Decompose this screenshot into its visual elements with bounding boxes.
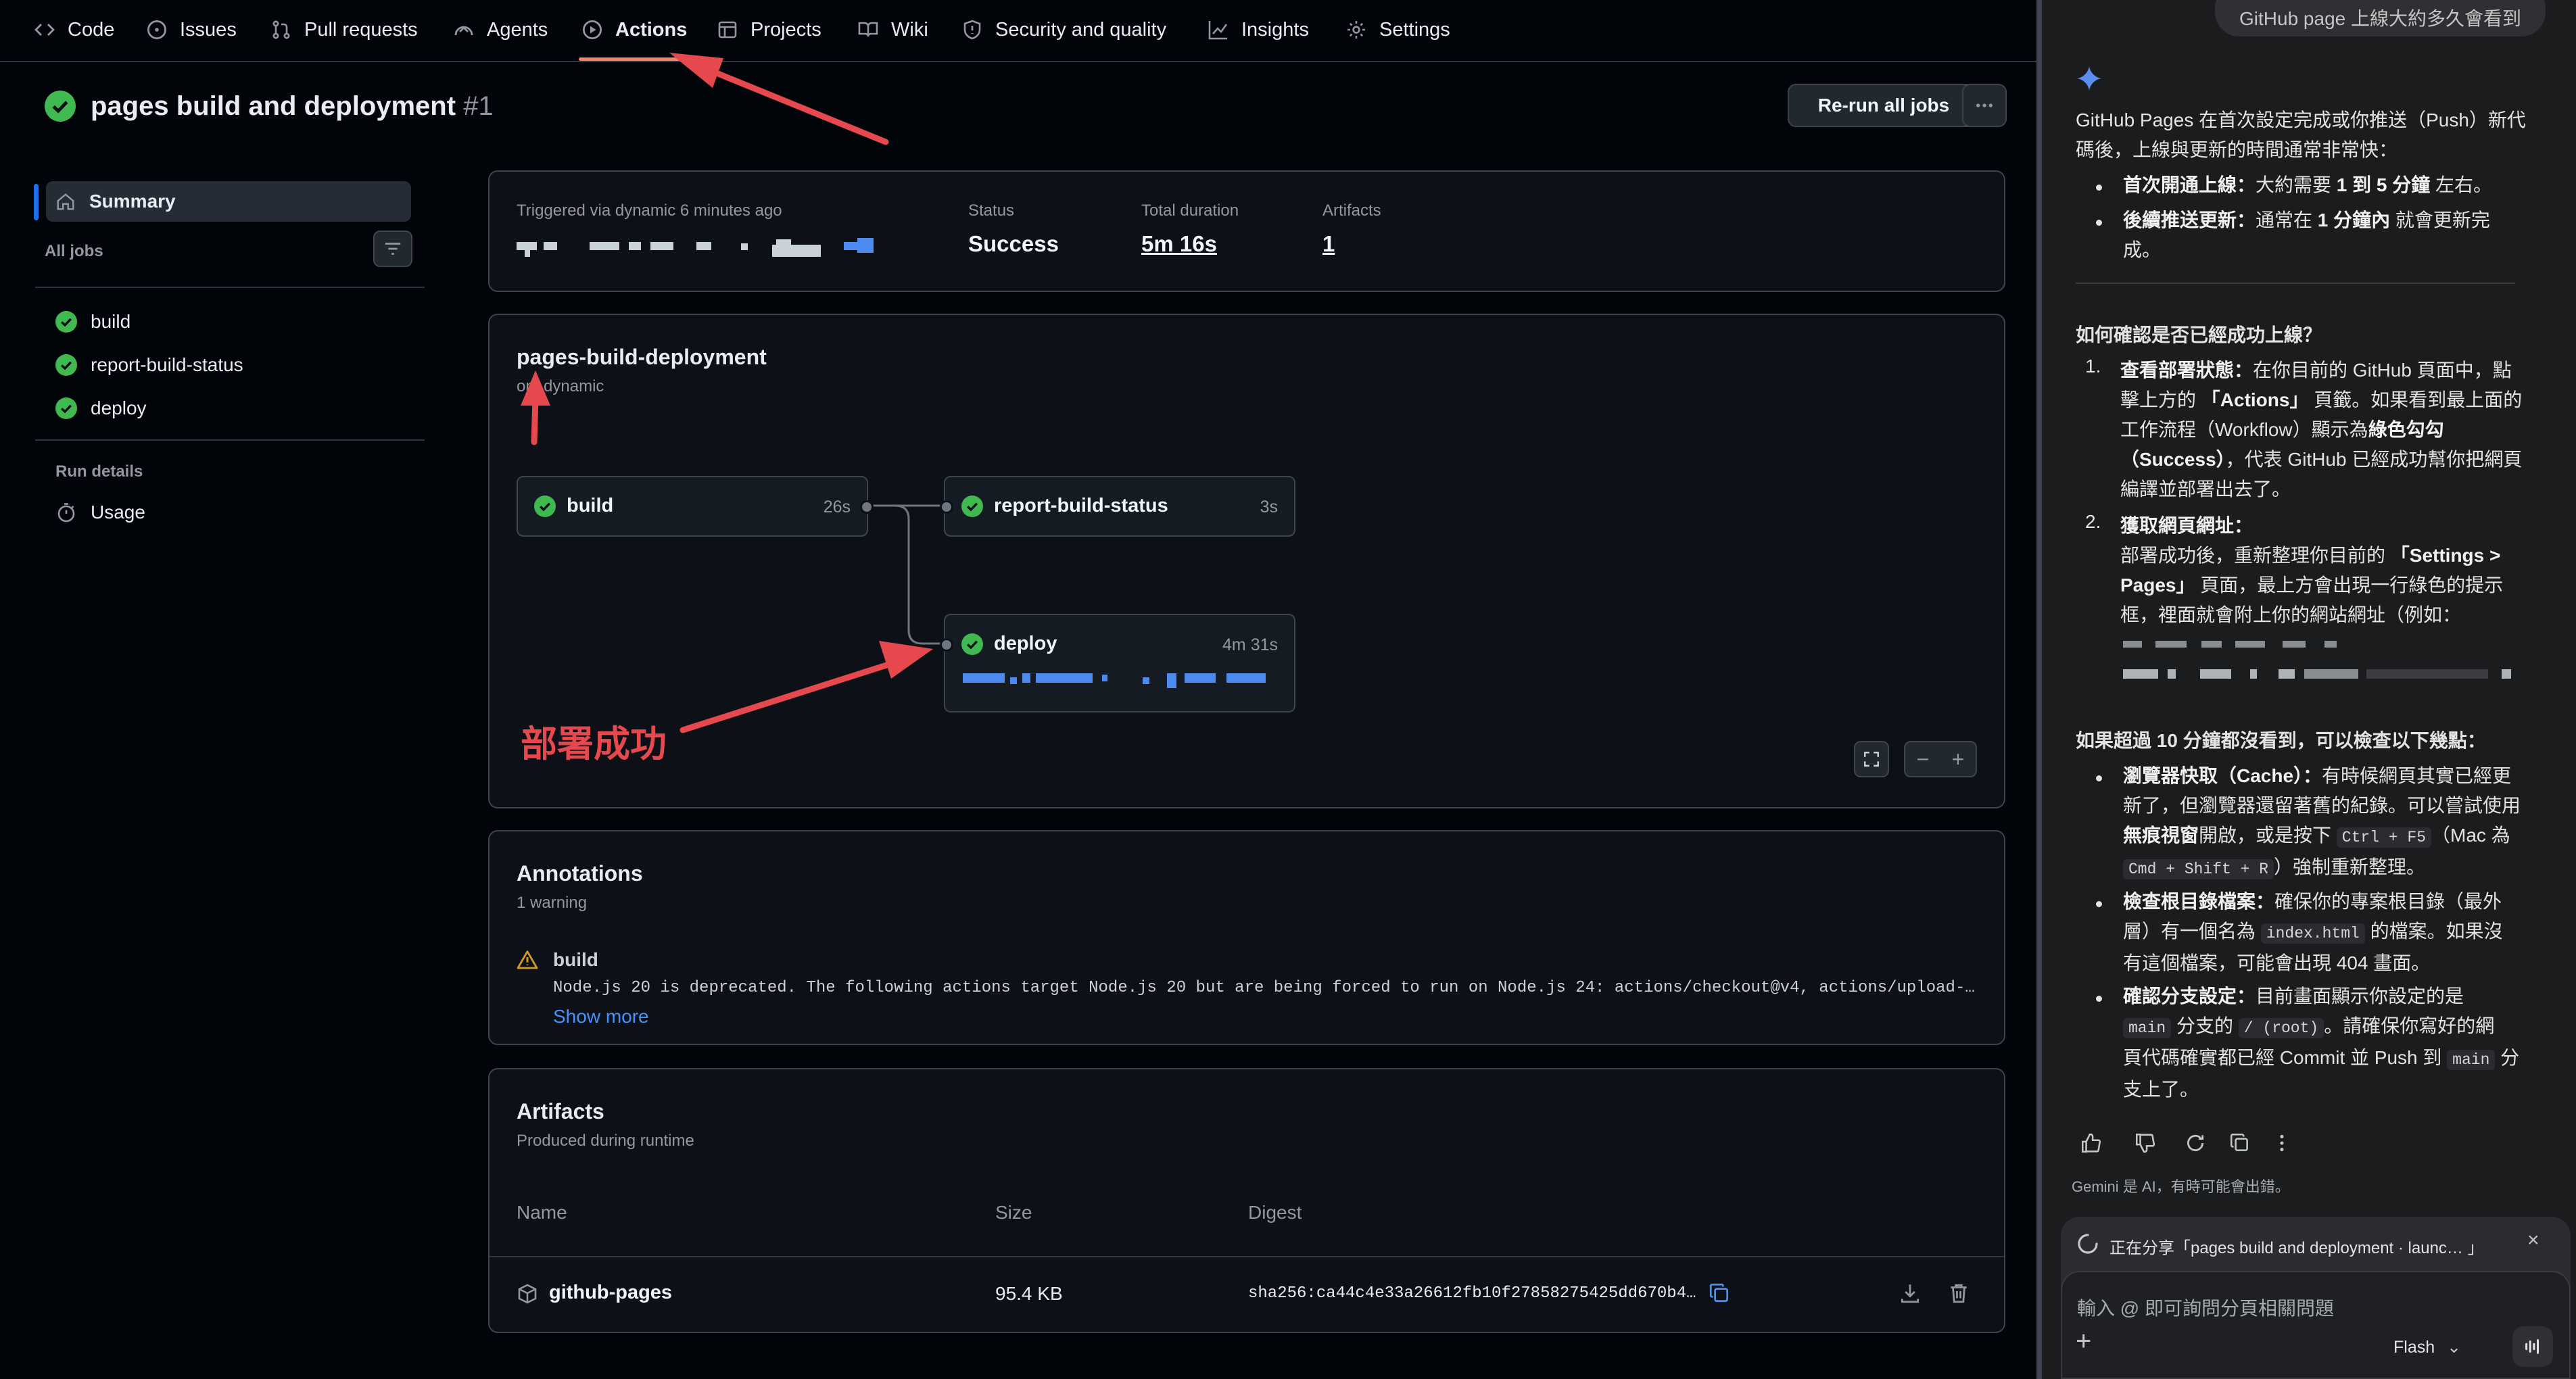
text: 有時候網頁其實已經更 <box>2322 765 2512 786</box>
text: 的檔案。如果沒 <box>2364 921 2503 942</box>
composer: 正在分享「pages build and deployment · launc…… <box>2061 1217 2571 1379</box>
inline-code: / (root) <box>2238 1018 2324 1038</box>
text: 框，裡面就會附上你的網站網址（例如： <box>2120 604 2462 625</box>
bold-text: 首次開通上線： <box>2123 174 2256 195</box>
bold-text: 無痕視窗 <box>2123 825 2199 846</box>
text: 層）有一個名為 <box>2123 921 2261 942</box>
bold-text: 「Settings > <box>2390 545 2501 566</box>
list-number: 1. <box>2085 356 2101 377</box>
text: 就會更新完 <box>2390 210 2490 231</box>
user-message-text: GitHub page 上線大約多久會看到 <box>2239 8 2521 29</box>
bullet <box>2096 220 2102 226</box>
text: 支上了。 <box>2123 1079 2199 1100</box>
text: 頁籤。如果看到最上面的 <box>2308 389 2523 410</box>
step-check-deploy: 查看部署狀態：在你目前的 GitHub 頁面中，點 擊上方的 「Actions」… <box>2120 356 2539 504</box>
text: 。請確保你寫好的網 <box>2324 1015 2495 1036</box>
bold-text: 確認分支設定： <box>2123 986 2256 1007</box>
text: 左右。 <box>2430 174 2493 195</box>
bold-text: 1 到 5 分鐘 <box>2336 174 2431 195</box>
intro-line: GitHub Pages 在首次設定完成或你推送（Push）新代 <box>2076 110 2526 130</box>
bold-text: 查看部署狀態： <box>2120 360 2253 381</box>
text: 在你目前的 GitHub 頁面中，點 <box>2253 360 2512 381</box>
microphone-wave-icon <box>2525 1339 2539 1354</box>
text: 頁代碼確實都已經 Commit 並 Push 到 <box>2123 1047 2448 1068</box>
prompt-placeholder: 輸入 @ 即可詢問分頁相關問題 <box>2077 1298 2334 1319</box>
text: ）強制重新整理。 <box>2274 856 2426 877</box>
response-divider <box>2076 283 2515 284</box>
deploy-success-annotation: 部署成功 <box>521 724 667 765</box>
bullet <box>2096 901 2102 907</box>
user-message-bubble: GitHub page 上線大約多久會看到 <box>2215 0 2546 37</box>
inline-code: main <box>2123 1018 2172 1038</box>
more-vertical-icon[interactable] <box>2270 1132 2293 1155</box>
stop-sharing-close-icon[interactable]: × <box>2527 1229 2539 1252</box>
text: 工作流程（Workflow）顯示為 <box>2120 419 2368 440</box>
bullet-update: 後續推送更新：通常在 1 分鐘內 就會更新完 成。 <box>2123 205 2542 265</box>
text: 有這個檔案，可能會出現 404 畫面。 <box>2123 952 2431 973</box>
regenerate-icon[interactable] <box>2184 1132 2207 1155</box>
text: 開啟，或是按下 <box>2199 825 2337 846</box>
text: （Mac 為 <box>2431 825 2510 846</box>
inline-code: Ctrl + F5 <box>2336 827 2432 848</box>
gemini-sparkle-icon <box>2076 66 2102 91</box>
heading-troubleshoot: 如果超過 10 分鐘都沒看到，可以檢查以下幾點： <box>2076 730 2486 751</box>
tip-branch-settings: 確認分支設定：目前畫面顯示你設定的是 main 分支的 / (root) 。請確保… <box>2123 982 2556 1105</box>
bullet <box>2096 185 2102 191</box>
step-get-url: 獲取網頁網址： 部署成功後，重新整理你目前的 「Settings > Pages… <box>2120 511 2539 630</box>
heading-verify: 如何確認是否已經成功上線？ <box>2076 324 2322 345</box>
text: 大約需要 <box>2256 174 2337 195</box>
text: 擊上方的 <box>2120 389 2201 410</box>
bold-text: 綠色勾勾 <box>2368 419 2444 440</box>
text: 目前畫面顯示你設定的是 <box>2256 986 2464 1007</box>
add-attachment-button[interactable]: + <box>2076 1328 2091 1355</box>
bold-text: 「Actions」 <box>2201 389 2309 410</box>
bold-text: 後續推送更新： <box>2123 210 2256 231</box>
bullet <box>2096 996 2102 1002</box>
sharing-tab-status: 正在分享「pages build and deployment · launc…… <box>2109 1239 2484 1257</box>
red-arrow-annotations <box>521 53 933 733</box>
thumbs-up-icon[interactable] <box>2080 1132 2103 1155</box>
bullet <box>2096 775 2102 781</box>
bold-text: （Success） <box>2120 449 2226 470</box>
model-selector[interactable]: Flash ⌄ <box>2393 1337 2461 1357</box>
bold-text: 獲取網頁網址： <box>2120 515 2253 536</box>
github-actions-page: Code Issues Pull requests Agents Actions… <box>0 0 2036 1379</box>
bold-text: Pages」 <box>2120 575 2195 596</box>
voice-input-button[interactable] <box>2512 1326 2553 1367</box>
text: 成。 <box>2123 239 2162 260</box>
text: 部署成功後，重新整理你目前的 <box>2120 545 2391 566</box>
model-name: Flash <box>2393 1338 2435 1357</box>
text: 分支的 <box>2171 1015 2239 1036</box>
bold-text: 1 分鐘內 <box>2317 210 2391 231</box>
tip-browser-cache: 瀏覽器快取（Cache）：有時候網頁其實已經更 新了，但瀏覽器還留著舊的紀錄。可… <box>2123 761 2556 884</box>
text: 分 <box>2495 1047 2520 1068</box>
gemini-side-panel: GitHub page 上線大約多久會看到 GitHub Pages 在首次設定… <box>2042 0 2576 1379</box>
list-number: 2. <box>2085 511 2101 532</box>
bold-text: 瀏覽器快取（Cache）： <box>2123 765 2322 786</box>
panel-divider[interactable] <box>2036 0 2042 1379</box>
prompt-input-box[interactable]: 輸入 @ 即可詢問分頁相關問題 + Flash ⌄ <box>2061 1271 2571 1379</box>
text: 確保你的專案根目錄（最外 <box>2274 891 2502 912</box>
bold-text: 檢查根目錄檔案： <box>2123 891 2275 912</box>
text: ，代表 GitHub 已經成功幫你把網頁 <box>2225 449 2523 470</box>
sharing-loading-icon <box>2078 1234 2098 1254</box>
text: 頁面，最上方會出現一行綠色的提示 <box>2195 575 2504 596</box>
chevron-down-icon: ⌄ <box>2447 1338 2462 1357</box>
inline-code: index.html <box>2260 923 2365 944</box>
text: 編譯並部署出去了。 <box>2120 479 2291 500</box>
tip-root-files: 檢查根目錄檔案：確保你的專案根目錄（最外 層）有一個名為 index.html … <box>2123 887 2556 978</box>
inline-code: main <box>2447 1050 2496 1070</box>
text: 通常在 <box>2256 210 2318 231</box>
response-intro: GitHub Pages 在首次設定完成或你推送（Push）新代 碼後，上線與更… <box>2076 105 2549 165</box>
copy-icon[interactable] <box>2228 1132 2251 1155</box>
text: 新了，但瀏覽器還留著舊的紀錄。可以嘗試使用 <box>2123 795 2521 816</box>
intro-line: 碼後，上線與更新的時間通常非常快： <box>2076 139 2398 160</box>
bullet-first-launch: 首次開通上線：大約需要 1 到 5 分鐘 左右。 <box>2123 170 2542 200</box>
ai-disclaimer: Gemini 是 AI，有時可能會出錯。 <box>2072 1178 2290 1195</box>
thumbs-down-icon[interactable] <box>2134 1132 2157 1155</box>
inline-code: Cmd + Shift + R <box>2123 859 2274 879</box>
